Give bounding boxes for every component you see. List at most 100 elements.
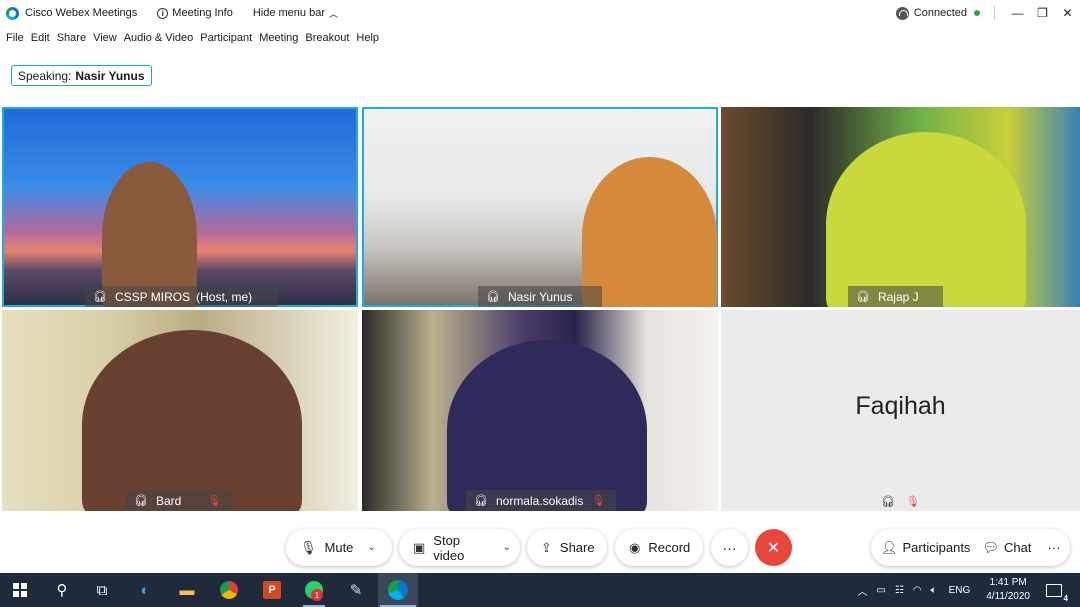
microphone-icon: 🎙︎ — [300, 539, 317, 555]
powerpoint-icon[interactable]: P — [260, 578, 284, 602]
chevron-down-icon[interactable]: ⌄ — [367, 542, 375, 553]
menu-share[interactable]: Share — [57, 32, 86, 44]
record-button[interactable]: ◉ Record — [615, 529, 703, 566]
webex-taskbar-button[interactable] — [378, 573, 418, 607]
muted-mic-icon: 🎙︎ — [591, 495, 606, 507]
participant-name: normala.sokadis — [495, 493, 584, 508]
info-icon: i — [157, 7, 169, 19]
close-button[interactable]: ✕ — [1055, 0, 1080, 26]
mic-icon: 🎧︎ — [486, 291, 500, 303]
menu-view[interactable]: View — [93, 32, 117, 44]
network-icon[interactable]: ☷ — [895, 585, 904, 596]
chrome-icon[interactable] — [217, 578, 241, 602]
mic-icon: 🎧︎ — [93, 291, 107, 303]
whatsapp-badge: 1 — [311, 589, 323, 601]
close-icon: ✕ — [766, 539, 781, 557]
search-icon[interactable]: ⚲ — [50, 578, 74, 602]
file-explorer-icon[interactable]: ▬ — [175, 578, 199, 602]
headset-icon — [895, 6, 909, 20]
muted-mic-icon: 🎙︎ — [906, 496, 920, 508]
meeting-info-label: Meeting Info — [172, 7, 233, 19]
more-icon: ··· — [1047, 540, 1061, 555]
participant-name: Bard — [155, 493, 182, 508]
participant-video — [447, 340, 647, 511]
name-tag: 🎧︎ normala.sokadis 🎙︎ — [466, 490, 616, 511]
mic-icon: 🎧︎ — [856, 291, 870, 303]
menu-meeting[interactable]: Meeting — [259, 32, 298, 44]
title-bar: Cisco Webex Meetings i Meeting Info Hide… — [0, 0, 1080, 26]
mic-icon: 🎧︎ — [474, 495, 488, 507]
participant-name: Nasir Yunus — [507, 289, 573, 304]
clock-date: 4/11/2020 — [986, 591, 1030, 602]
participant-name: Faqihah — [855, 392, 946, 420]
menu-breakout[interactable]: Breakout — [305, 32, 349, 44]
menu-help[interactable]: Help — [356, 32, 379, 44]
windows-icon — [13, 583, 27, 597]
video-tile-cssp-miros[interactable]: 🎧︎ CSSP MIROS (Host, me) — [2, 107, 358, 307]
video-tile-rajap-j[interactable]: 🎧︎ Rajap J — [721, 107, 1080, 307]
person-icon: 👤︎ — [881, 539, 898, 555]
record-icon: ◉ — [629, 539, 641, 555]
end-meeting-button[interactable]: ✕ — [755, 529, 792, 566]
powerpoint-logo: P — [263, 581, 281, 599]
restore-button[interactable]: ❐ — [1030, 0, 1055, 26]
webex-icon — [388, 580, 408, 600]
menu-file[interactable]: File — [6, 32, 24, 44]
hide-menu-bar-label: Hide menu bar — [252, 7, 325, 19]
camera-icon: ▣ — [413, 539, 426, 555]
clock[interactable]: 1:41 PM 4/11/2020 — [986, 576, 1030, 604]
chat-button[interactable]: 💬︎ Chat — [982, 540, 1031, 556]
wifi-icon[interactable]: ◠ — [913, 585, 922, 596]
menu-participant[interactable]: Participant — [200, 32, 252, 44]
divider — [994, 6, 995, 20]
chat-label: Chat — [1003, 540, 1032, 555]
windows-taskbar: ⚲ ⧉ ◐ ▬ P 1 ✎ ︿ ▭ ☷ ◠ 🔈︎ ENG 1:41 PM 4/1… — [0, 573, 1080, 607]
panel-controls: 👤︎ Participants 💬︎ Chat ··· — [871, 529, 1070, 566]
share-label: Share — [559, 540, 595, 555]
participants-button[interactable]: 👤︎ Participants — [881, 540, 970, 556]
paint-icon[interactable]: ✎ — [344, 578, 368, 602]
record-label: Record — [648, 540, 691, 555]
app-title: Cisco Webex Meetings — [6, 6, 137, 20]
name-tag: 🎧︎ Bard 🎙︎ — [126, 490, 233, 511]
video-tile-nasir-yunus[interactable]: 🎧︎ Nasir Yunus — [362, 107, 718, 307]
volume-icon[interactable]: 🔈︎ — [931, 585, 937, 596]
share-button[interactable]: ⇪ Share — [527, 529, 607, 566]
menu-edit[interactable]: Edit — [31, 32, 50, 44]
chat-icon: 💬︎ — [982, 539, 999, 555]
participant-name: Rajap J — [877, 289, 919, 304]
video-tile-normala-sokadis[interactable]: 🎧︎ normala.sokadis 🎙︎ — [362, 310, 718, 511]
webex-logo-icon — [6, 6, 19, 20]
muted-mic-icon: 🎙︎ — [207, 495, 222, 507]
meeting-info-button[interactable]: i Meeting Info — [157, 7, 233, 19]
task-view-icon[interactable]: ⧉ — [90, 578, 114, 602]
name-tag: 🎧︎ Nasir Yunus — [478, 286, 602, 307]
notification-center-icon[interactable]: 4 — [1046, 583, 1069, 603]
speaking-name: Nasir Yunus — [75, 68, 145, 83]
speaking-indicator: Speaking: Nasir Yunus — [11, 65, 152, 86]
stop-video-button[interactable]: ▣ Stop video ⌄ — [399, 529, 520, 566]
more-options-button[interactable]: ··· — [711, 529, 748, 566]
video-tile-bard[interactable]: 🎧︎ Bard 🎙︎ — [2, 310, 358, 511]
start-button[interactable] — [8, 578, 32, 602]
participant-video — [582, 157, 717, 307]
mic-icon: 🎧︎ — [134, 495, 148, 507]
participant-video — [82, 330, 302, 511]
panel-more-button[interactable]: ··· — [1047, 540, 1060, 555]
language-indicator[interactable]: ENG — [949, 585, 971, 596]
connection-status: Connected — [913, 7, 967, 19]
chevron-up-icon[interactable]: ︿ — [857, 583, 867, 598]
menu-audio-video[interactable]: Audio & Video — [124, 32, 194, 44]
participant-video — [826, 132, 1026, 307]
connected-dot-icon — [974, 10, 980, 16]
meeting-controls: 🎙︎ Mute ⌄ ▣ Stop video ⌄ ⇪ Share ◉ Recor… — [0, 511, 1080, 573]
chevron-down-icon[interactable]: ⌄ — [503, 542, 511, 553]
mute-button[interactable]: 🎙︎ Mute ⌄ — [286, 529, 392, 566]
minimize-button[interactable]: — — [1005, 0, 1030, 26]
video-tile-faqihah[interactable]: Faqihah 🎧︎ 🎙︎ — [721, 310, 1080, 511]
chrome-logo — [220, 581, 238, 599]
battery-icon[interactable]: ▭ — [876, 585, 885, 596]
hide-menu-bar-button[interactable]: Hide menu bar ︿ — [253, 7, 338, 20]
stop-video-label: Stop video — [433, 532, 465, 563]
edge-icon[interactable]: ◐ — [133, 578, 157, 602]
